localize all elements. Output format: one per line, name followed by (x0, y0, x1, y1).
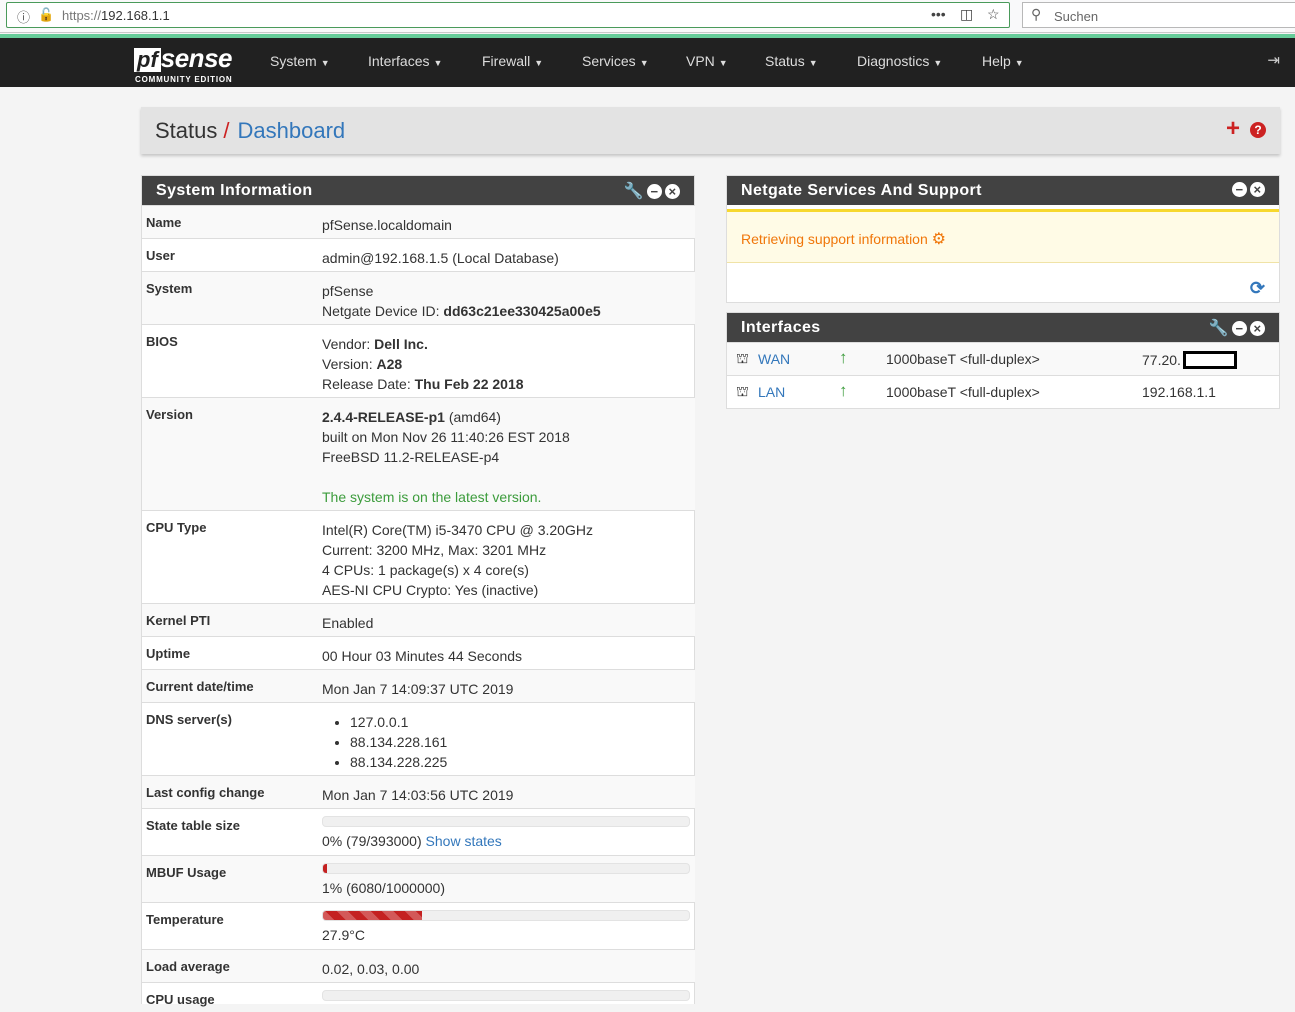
table-row: Kernel PTI Enabled (142, 603, 695, 636)
info-icon[interactable]: ⓘ (17, 7, 30, 26)
table-row: Last config change Mon Jan 7 14:03:56 UT… (142, 775, 695, 808)
table-row: BIOS Vendor: Dell Inc. Version: A28 Rele… (142, 324, 695, 397)
nav-firewall[interactable]: Firewall ▼ (482, 53, 543, 69)
wrench-icon[interactable]: 🔧 (624, 181, 644, 201)
page-title: Status / Dashboard (155, 118, 346, 143)
add-widget-icon[interactable]: + (1226, 117, 1240, 141)
url-bar[interactable]: ⓘ 🔓 https://192.168.1.1 ••• ◫ ☆ (6, 2, 1010, 28)
insecure-lock-icon[interactable]: 🔓 (38, 7, 54, 23)
interfaces-widget: Interfaces 🔧 − × ⛫ WAN ↑ 1000baseT <full-d… (726, 312, 1280, 409)
breadcrumb-section: Status (155, 118, 218, 143)
network-icon: ⛫ (736, 350, 749, 366)
browser-search-input[interactable]: ⚲ Suchen (1022, 2, 1295, 28)
table-row: ⛫ WAN ↑ 1000baseT <full-duplex> 77.20. (727, 342, 1279, 375)
close-icon[interactable]: × (1250, 321, 1265, 337)
table-row: Uptime 00 Hour 03 Minutes 44 Seconds (142, 636, 695, 669)
list-item: 127.0.0.1 (350, 712, 447, 732)
breadcrumb-dashboard-link[interactable]: Dashboard (238, 118, 346, 143)
table-row: User admin@192.168.1.5 (Local Database) (142, 238, 695, 271)
network-icon: ⛫ (736, 383, 749, 399)
url-text[interactable]: https://192.168.1.1 (62, 8, 170, 23)
widget-title: Interfaces (741, 319, 821, 336)
table-row: Current date/time Mon Jan 7 14:09:37 UTC… (142, 669, 695, 702)
table-row: System pfSense Netgate Device ID: dd63c2… (142, 271, 695, 324)
redacted-box (1182, 351, 1237, 369)
table-row: CPU Type Intel(R) Core(TM) i5-3470 CPU @… (142, 510, 695, 603)
logout-icon[interactable]: ⇥ (1267, 51, 1280, 69)
wrench-icon[interactable]: 🔧 (1209, 318, 1229, 338)
table-row: Name pfSense.localdomain (142, 205, 695, 238)
main-navbar: pf sense COMMUNITY EDITION System ▼ Interf… (0, 34, 1295, 87)
interface-lan-link[interactable]: LAN (758, 384, 785, 400)
search-icon: ⚲ (1031, 6, 1042, 22)
state-table-progress (322, 816, 690, 827)
nav-services[interactable]: Services ▼ (582, 53, 649, 69)
table-row: ⛫ LAN ↑ 1000baseT <full-duplex> 192.168.… (727, 375, 1279, 408)
minimize-icon[interactable]: − (647, 184, 662, 200)
search-placeholder: Suchen (1054, 9, 1099, 24)
widget-header: System Information 🔧 − × (142, 176, 694, 205)
browser-toolbar: ⓘ 🔓 https://192.168.1.1 ••• ◫ ☆ ⚲ Suchen (0, 0, 1295, 33)
widget-header: Interfaces 🔧 − × (727, 313, 1279, 342)
breadcrumb: Status / Dashboard + ? (141, 107, 1280, 154)
table-row: DNS server(s) 127.0.0.1 88.134.228.161 8… (142, 702, 695, 775)
refresh-icon[interactable]: ⟳ (1250, 278, 1265, 299)
nav-interfaces[interactable]: Interfaces ▼ (368, 53, 442, 69)
nav-status[interactable]: Status ▼ (765, 53, 818, 69)
table-row: State table size 0% (79/393000) Show sta… (142, 808, 695, 855)
close-icon[interactable]: × (1250, 182, 1265, 198)
nav-help[interactable]: Help ▼ (982, 53, 1024, 69)
status-up-icon: ↑ (839, 348, 848, 367)
close-icon[interactable]: × (665, 184, 680, 200)
table-row: Temperature 27.9°C (142, 902, 695, 949)
nav-vpn[interactable]: VPN ▼ (686, 53, 728, 69)
pfsense-logo[interactable]: pf sense COMMUNITY EDITION (134, 43, 233, 84)
mbuf-progress (322, 863, 690, 874)
bookmark-star-icon[interactable]: ☆ (987, 6, 1000, 23)
show-states-link[interactable]: Show states (426, 833, 502, 849)
widget-header: Netgate Services And Support − × (727, 176, 1279, 205)
widget-title: System Information (156, 182, 313, 199)
nav-diagnostics[interactable]: Diagnostics ▼ (857, 53, 942, 69)
nav-system[interactable]: System ▼ (270, 53, 330, 69)
cpu-usage-progress (322, 990, 690, 1001)
help-icon[interactable]: ? (1250, 122, 1266, 138)
widget-title: Netgate Services And Support (741, 182, 982, 199)
table-row: CPU usage (142, 982, 695, 1012)
minimize-icon[interactable]: − (1232, 182, 1247, 198)
version-status: The system is on the latest version. (322, 489, 542, 505)
pocket-icon[interactable]: ◫ (960, 6, 973, 23)
table-row: Version 2.4.4-RELEASE-p1 (amd64) built o… (142, 397, 695, 510)
system-information-widget: System Information 🔧 − × Name pfSense.loca… (141, 175, 695, 1007)
list-item: 88.134.228.161 (350, 732, 447, 752)
minimize-icon[interactable]: − (1232, 321, 1247, 337)
netgate-support-widget: Netgate Services And Support − × Retrievi… (726, 175, 1280, 303)
table-row: MBUF Usage 1% (6080/1000000) (142, 855, 695, 902)
temperature-progress (322, 910, 690, 921)
support-alert: Retrieving support information ⚙ (727, 209, 1279, 263)
dns-list: 127.0.0.1 88.134.228.161 88.134.228.225 (310, 712, 447, 772)
status-up-icon: ↑ (839, 381, 848, 400)
page-actions-icon[interactable]: ••• (931, 6, 946, 22)
table-row: Load average 0.02, 0.03, 0.00 (142, 949, 695, 982)
gear-icon: ⚙ (931, 231, 946, 248)
interface-wan-link[interactable]: WAN (758, 351, 790, 367)
list-item: 88.134.228.225 (350, 752, 447, 772)
